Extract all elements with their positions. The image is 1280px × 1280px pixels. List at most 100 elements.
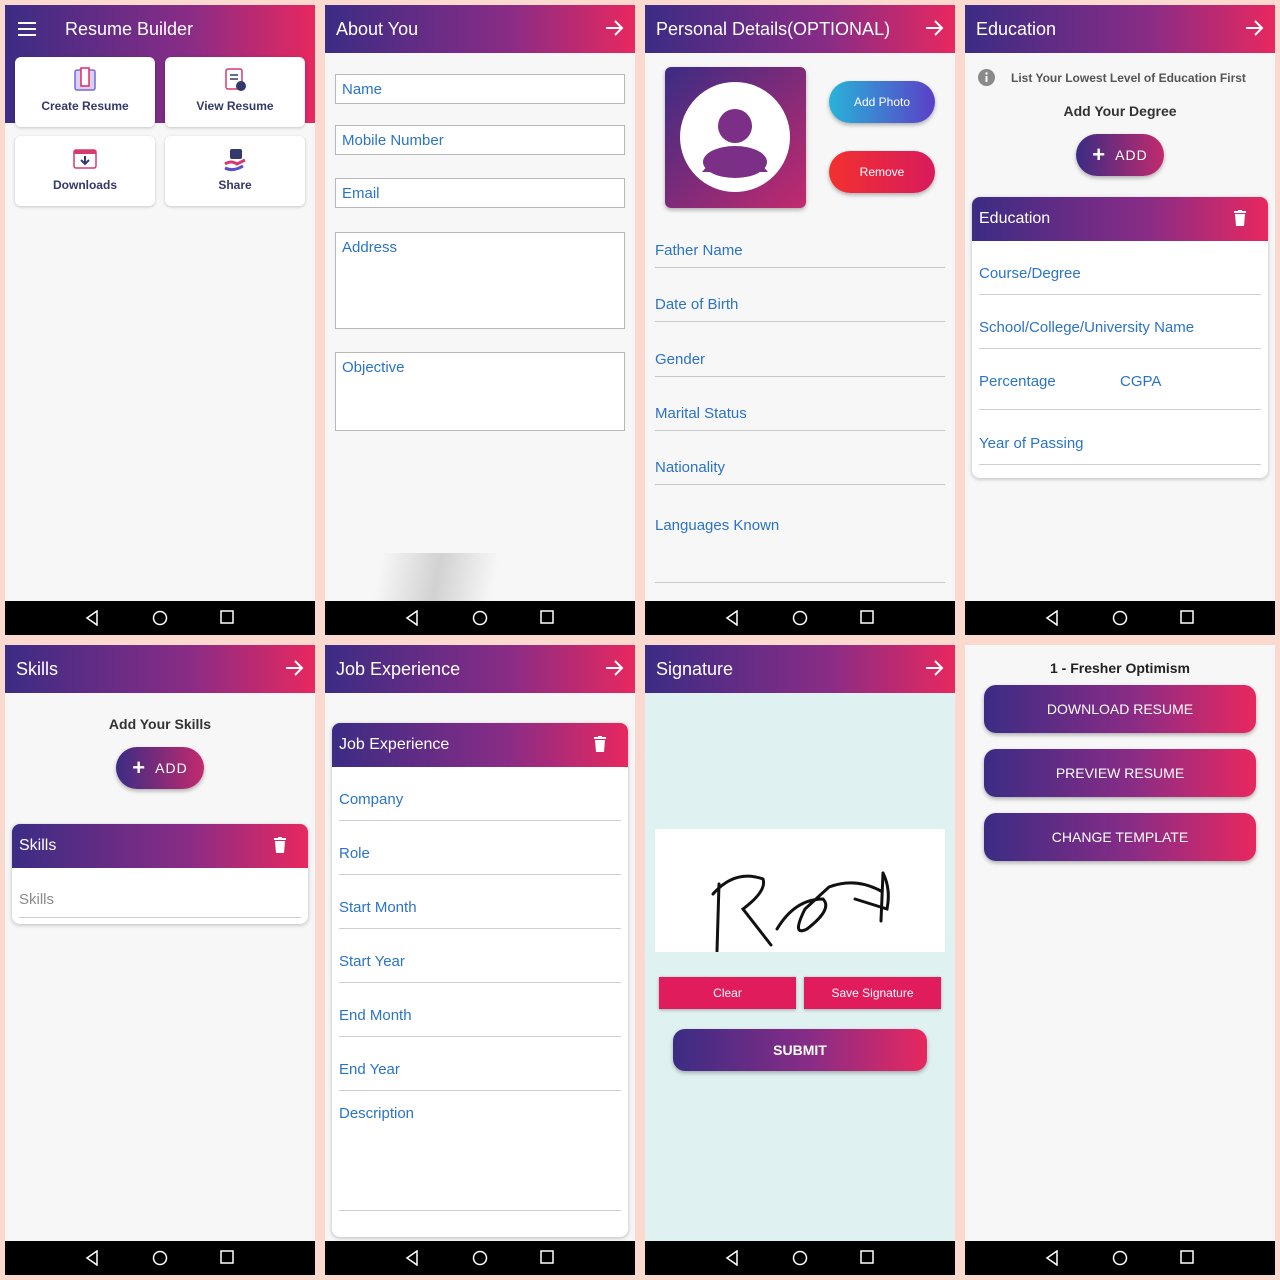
cgpa-field[interactable]: CGPA — [1120, 373, 1161, 390]
add-degree-label: ADD — [1115, 147, 1148, 163]
end-year-field[interactable]: End Year — [339, 1061, 621, 1091]
start-year-field[interactable]: Start Year — [339, 953, 621, 983]
menu-icon[interactable] — [18, 22, 36, 36]
nav-back-icon[interactable] — [725, 1250, 739, 1266]
mobile-number-field[interactable]: Mobile Number — [335, 125, 625, 155]
nav-home-icon[interactable] — [472, 1250, 488, 1266]
nav-home-icon[interactable] — [792, 610, 808, 626]
nav-recent-icon[interactable] — [1180, 610, 1194, 624]
nav-home-icon[interactable] — [1112, 610, 1128, 626]
nav-recent-icon[interactable] — [540, 610, 554, 624]
nav-recent-icon[interactable] — [860, 1250, 874, 1264]
name-field[interactable]: Name — [335, 74, 625, 104]
downloads-tile[interactable]: Downloads — [15, 136, 155, 206]
submit-button[interactable]: SUBMIT — [673, 1029, 927, 1071]
change-template-button[interactable]: CHANGE TEMPLATE — [984, 813, 1256, 861]
signature-pad[interactable] — [655, 829, 945, 953]
job-card-title: Job Experience — [339, 736, 450, 753]
plus-icon: + — [132, 755, 147, 780]
marital-status-field[interactable]: Marital Status — [655, 401, 945, 431]
create-resume-tile[interactable]: Create Resume — [15, 57, 155, 127]
address-field[interactable]: Address — [335, 232, 625, 329]
nav-recent-icon[interactable] — [220, 610, 234, 624]
nav-home-icon[interactable] — [152, 610, 168, 626]
nav-back-icon[interactable] — [725, 610, 739, 626]
add-skill-button[interactable]: + ADD — [116, 747, 204, 789]
percentage-cgpa-row: Percentage CGPA — [979, 373, 1261, 410]
app-bar: Signature — [645, 645, 955, 693]
arrow-right-icon[interactable] — [923, 657, 945, 679]
skills-field[interactable]: Skills — [19, 891, 301, 918]
email-field[interactable]: Email — [335, 178, 625, 208]
add-photo-button[interactable]: Add Photo — [829, 81, 935, 123]
arrow-right-icon[interactable] — [603, 657, 625, 679]
trash-icon[interactable] — [594, 736, 606, 752]
trash-icon[interactable] — [274, 837, 286, 853]
nav-recent-icon[interactable] — [1180, 1250, 1194, 1264]
arrow-right-icon[interactable] — [923, 17, 945, 39]
download-resume-button[interactable]: DOWNLOAD RESUME — [984, 685, 1256, 733]
app-bar: Education — [965, 5, 1275, 53]
languages-known-field[interactable]: Languages Known — [655, 513, 945, 583]
preview-resume-button[interactable]: PREVIEW RESUME — [984, 749, 1256, 797]
nav-home-icon[interactable] — [472, 610, 488, 626]
job-screen: Job Experience Job Experience Company Ro… — [325, 645, 635, 1275]
profile-photo[interactable] — [665, 67, 806, 208]
share-tile[interactable]: Share — [165, 136, 305, 206]
avatar-icon — [680, 82, 790, 192]
info-icon — [978, 69, 995, 86]
plus-icon: + — [1092, 142, 1107, 167]
percentage-field[interactable]: Percentage — [979, 373, 1056, 390]
clear-signature-button[interactable]: Clear — [659, 977, 796, 1009]
company-field[interactable]: Company — [339, 791, 621, 821]
nav-back-icon[interactable] — [85, 610, 99, 626]
view-resume-tile[interactable]: View Resume — [165, 57, 305, 127]
nav-home-icon[interactable] — [152, 1250, 168, 1266]
system-nav-bar — [325, 601, 635, 635]
role-field[interactable]: Role — [339, 845, 621, 875]
nav-back-icon[interactable] — [85, 1250, 99, 1266]
info-text: List Your Lowest Level of Education Firs… — [1011, 71, 1246, 85]
signature-screen: Signature Clear Save Signature SUBMIT — [645, 645, 955, 1275]
school-name-field[interactable]: School/College/University Name — [979, 319, 1261, 349]
nav-recent-icon[interactable] — [860, 610, 874, 624]
arrow-right-icon[interactable] — [603, 17, 625, 39]
nav-back-icon[interactable] — [405, 610, 419, 626]
system-nav-bar — [5, 601, 315, 635]
add-degree-button[interactable]: + ADD — [1076, 134, 1164, 176]
nav-back-icon[interactable] — [1045, 1250, 1059, 1266]
year-of-passing-field[interactable]: Year of Passing — [979, 435, 1261, 465]
arrow-right-icon[interactable] — [1243, 17, 1265, 39]
system-nav-bar — [645, 1241, 955, 1275]
personal-screen: Personal Details(OPTIONAL) Add Photo Rem… — [645, 5, 955, 635]
gender-field[interactable]: Gender — [655, 347, 945, 377]
nav-recent-icon[interactable] — [220, 1250, 234, 1264]
nav-home-icon[interactable] — [792, 1250, 808, 1266]
course-degree-field[interactable]: Course/Degree — [979, 265, 1261, 295]
start-month-field[interactable]: Start Month — [339, 899, 621, 929]
create-resume-label: Create Resume — [41, 99, 129, 113]
education-card-title: Education — [979, 210, 1051, 227]
system-nav-bar — [965, 1241, 1275, 1275]
nav-back-icon[interactable] — [405, 1250, 419, 1266]
end-month-field[interactable]: End Month — [339, 1007, 621, 1037]
remove-photo-button[interactable]: Remove — [829, 151, 935, 193]
template-name: 1 - Fresher Optimism — [1049, 660, 1191, 676]
skills-card: Skills Skills — [12, 824, 308, 924]
arrow-right-icon[interactable] — [283, 657, 305, 679]
app-bar: Personal Details(OPTIONAL) — [645, 5, 955, 53]
father-name-field[interactable]: Father Name — [655, 238, 945, 268]
nationality-field[interactable]: Nationality — [655, 455, 945, 485]
description-field[interactable]: Description — [339, 1105, 621, 1211]
date-of-birth-field[interactable]: Date of Birth — [655, 292, 945, 322]
education-card-header: Education — [972, 197, 1268, 241]
trash-icon[interactable] — [1234, 210, 1246, 226]
signature-drawing — [711, 871, 890, 953]
objective-field[interactable]: Objective — [335, 352, 625, 431]
nav-recent-icon[interactable] — [540, 1250, 554, 1264]
nav-home-icon[interactable] — [1112, 1250, 1128, 1266]
nav-back-icon[interactable] — [1045, 610, 1059, 626]
view-resume-icon — [225, 68, 246, 91]
save-signature-button[interactable]: Save Signature — [804, 977, 941, 1009]
screen-title: Job Experience — [336, 658, 461, 679]
